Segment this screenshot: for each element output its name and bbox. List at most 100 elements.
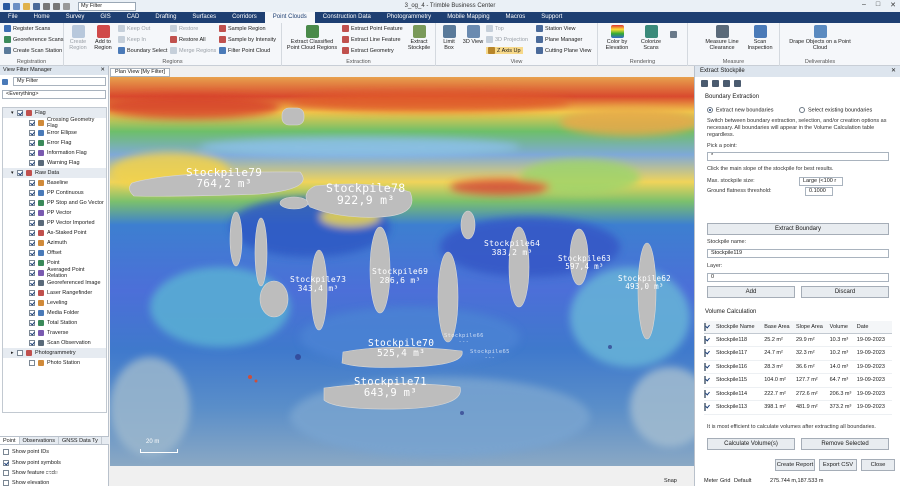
col-volume[interactable]: Volume <box>829 321 857 334</box>
color-by-elevation-button[interactable]: Color by Elevation <box>600 25 634 51</box>
filter-item[interactable]: Scan Observation <box>3 338 106 348</box>
georeference-scans-button[interactable]: Georeference Scans <box>4 36 63 43</box>
tab-corridors[interactable]: Corridors <box>224 12 265 23</box>
table-row[interactable]: Stockpile114 222.7 m² 272.6 m² 206.3 m³ 19-0… <box>704 387 892 401</box>
point-option[interactable]: Show point IDs <box>3 447 76 457</box>
col-date[interactable]: Date <box>856 321 892 334</box>
3d-view-button[interactable]: 3D View <box>462 25 484 45</box>
filter-item[interactable]: PP Stop and Go Vector <box>3 198 106 208</box>
tab-cad[interactable]: CAD <box>119 12 148 23</box>
extract-new-radio[interactable]: Extract new boundaries <box>707 107 773 114</box>
expand-icon[interactable]: ▸ <box>11 350 16 356</box>
stockpile-shape[interactable] <box>460 210 476 240</box>
checkbox[interactable] <box>29 190 35 196</box>
filter-item[interactable]: Traverse <box>3 328 106 338</box>
measure-line-clearance-button[interactable]: Measure Line Clearance <box>702 25 742 51</box>
checkbox[interactable] <box>29 120 35 126</box>
create-region-button[interactable]: Create Region <box>67 25 89 51</box>
filter-item[interactable]: PP Vector Imported <box>3 218 106 228</box>
units-status[interactable]: Meter <box>704 478 718 484</box>
tab-photogrammetry[interactable]: Photogrammetry <box>379 12 439 23</box>
filter-item[interactable]: Error Flag <box>3 138 106 148</box>
checkbox[interactable] <box>29 140 35 146</box>
checkbox[interactable] <box>17 170 23 176</box>
stockpile-shape[interactable] <box>259 280 289 318</box>
checkbox[interactable] <box>3 469 9 476</box>
checkbox[interactable] <box>29 230 35 236</box>
filter-item[interactable]: Photo Station <box>3 358 106 368</box>
extract-boundary-button[interactable]: Extract Boundary <box>707 223 889 235</box>
grid-status[interactable]: Grid <box>720 478 730 484</box>
filter-item[interactable]: PP Vector <box>3 208 106 218</box>
layer-select[interactable]: 0 <box>707 273 889 282</box>
plan-view-tab[interactable]: Plan View [My Filter] <box>110 68 171 77</box>
extract-classified-button[interactable]: Extract Classified Point Cloud Regions <box>284 25 340 51</box>
save-icon[interactable] <box>33 2 40 10</box>
col-slope-area[interactable]: Slope Area <box>795 321 830 334</box>
checkbox[interactable] <box>29 270 35 276</box>
filter-item[interactable]: Baseline <box>3 178 106 188</box>
checkbox[interactable] <box>29 280 35 286</box>
sample-region-button[interactable]: Sample Region <box>219 25 266 32</box>
checkbox[interactable] <box>29 260 35 266</box>
filter-name-select[interactable]: My Filter <box>13 77 106 86</box>
checkbox[interactable] <box>29 340 35 346</box>
filter-item[interactable]: Total Station <box>3 318 106 328</box>
select-all-checkbox[interactable] <box>704 322 706 331</box>
row-checkbox[interactable] <box>704 362 706 371</box>
extract-geometry-button[interactable]: Extract Geometry <box>342 47 394 54</box>
dropdown-icon[interactable] <box>63 2 70 10</box>
checkbox[interactable] <box>29 320 35 326</box>
rendering-options-button[interactable] <box>670 31 677 38</box>
col-stockpile-name[interactable]: Stockpile Name <box>716 321 765 334</box>
row-checkbox[interactable] <box>704 335 706 344</box>
snap-status[interactable]: Snap <box>664 478 677 484</box>
filter-item[interactable]: Warning Flag <box>3 158 106 168</box>
tab-construction-data[interactable]: Construction Data <box>315 12 379 23</box>
select-existing-radio[interactable]: Select existing boundaries <box>799 107 872 114</box>
row-checkbox[interactable] <box>704 389 706 398</box>
checkbox[interactable] <box>3 480 9 486</box>
table-row[interactable]: Stockpile116 28.3 m² 36.6 m² 14.0 m³ 19-09-2… <box>704 360 892 374</box>
boundary-select-button[interactable]: Boundary Select <box>118 47 167 54</box>
filter-item[interactable]: Georeferenced Image <box>3 278 106 288</box>
table-row[interactable]: Stockpile115 104.0 m² 127.7 m² 64.7 m³ 19-09… <box>704 373 892 388</box>
stockpile-shape[interactable] <box>637 242 657 340</box>
limit-box-button[interactable]: Limit Box <box>438 25 460 51</box>
tab-drafting[interactable]: Drafting <box>147 12 184 23</box>
checkbox[interactable] <box>17 350 23 356</box>
drape-objects-button[interactable]: Drape Objects on a Point Cloud <box>788 25 852 51</box>
restore-button[interactable]: Restore <box>170 25 198 32</box>
register-scans-button[interactable]: Register Scans <box>4 25 50 32</box>
checkbox[interactable] <box>29 160 35 166</box>
max-stockpile-size-select[interactable]: Large (<100 r <box>799 177 843 186</box>
filter-item[interactable]: Media Folder <box>3 308 106 318</box>
tab-mobile-mapping[interactable]: Mobile Mapping <box>439 12 497 23</box>
filter-item[interactable]: Information Flag <box>3 148 106 158</box>
filter-category[interactable]: ▸ Photogrammetry <box>3 348 106 358</box>
create-scan-station-button[interactable]: Create Scan Station <box>4 47 62 54</box>
tab-observations[interactable]: Observations <box>20 437 59 444</box>
row-checkbox[interactable] <box>704 376 706 385</box>
stockpile-shape[interactable] <box>254 217 268 287</box>
checkbox[interactable] <box>29 200 35 206</box>
stockpile-shape[interactable] <box>437 251 459 343</box>
merge-regions-button[interactable]: Merge Regions <box>170 47 216 54</box>
tab-point[interactable]: Point <box>0 437 20 444</box>
checkbox[interactable] <box>29 250 35 256</box>
select-all-header[interactable] <box>704 321 716 334</box>
plane-manager-button[interactable]: Plane Manager <box>536 36 582 43</box>
filter-item[interactable]: As-Staked Point <box>3 228 106 238</box>
expand-icon[interactable]: ▾ <box>11 110 16 116</box>
add-to-region-button[interactable]: Add to Region <box>91 25 115 51</box>
top-view-button[interactable]: Top <box>486 25 504 32</box>
expand-icon[interactable]: ▾ <box>11 170 16 176</box>
checkbox[interactable] <box>3 459 9 466</box>
close-window-icon[interactable]: ✕ <box>890 1 896 9</box>
filter-item[interactable]: Azimuth <box>3 238 106 248</box>
extract-line-feature-button[interactable]: Extract Line Feature <box>342 36 401 43</box>
tab-support[interactable]: Support <box>533 12 570 23</box>
close-panel-icon[interactable]: ✕ <box>100 66 105 75</box>
tab-survey[interactable]: Survey <box>58 12 93 23</box>
discard-button[interactable]: Discard <box>801 286 889 298</box>
